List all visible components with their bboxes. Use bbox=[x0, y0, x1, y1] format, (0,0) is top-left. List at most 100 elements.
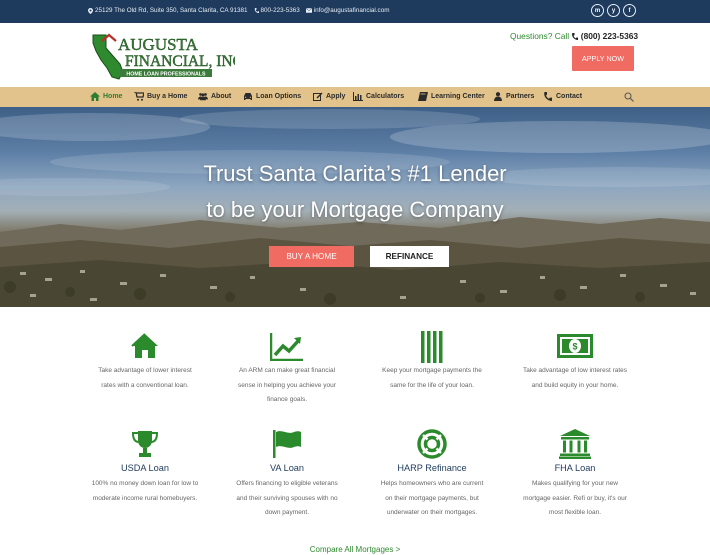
hero-headline-line2: to be your Mortgage Company bbox=[206, 197, 504, 222]
person-icon bbox=[494, 92, 502, 101]
feature-desc-line: sense in helping you achieve your bbox=[238, 381, 336, 389]
feature-low-rates[interactable]: $ Take advantage of low interest rates a… bbox=[505, 330, 645, 400]
apply-now-button[interactable]: APPLY NOW bbox=[572, 46, 634, 71]
nav-item-label: Contact bbox=[556, 93, 583, 100]
feature-desc: Take advantage of low interest rates and… bbox=[505, 364, 645, 393]
yelp-icon[interactable]: y bbox=[607, 4, 620, 17]
call-phone-number[interactable]: (800) 223-5363 bbox=[581, 31, 638, 41]
nav-item-partners[interactable]: Partners bbox=[493, 92, 534, 101]
nav-item-learning-center[interactable]: Learning Center bbox=[418, 92, 485, 101]
feature-title: USDA Loan bbox=[120, 463, 169, 473]
feature-desc: Keep your mortgage payments the same for… bbox=[362, 364, 502, 393]
feature-desc: 100% no money down loan for low to moder… bbox=[75, 477, 215, 506]
feature-fha-loan[interactable]: FHA Loan Makes qualifying for your new m… bbox=[505, 427, 645, 522]
feature-desc-line: down payment. bbox=[264, 509, 310, 516]
nav-item-label: Apply bbox=[326, 93, 346, 100]
feature-conventional[interactable]: Take advantage of lower interest rates w… bbox=[75, 330, 215, 400]
feature-desc-line: moderate income rural homebuyers. bbox=[92, 494, 198, 502]
nav-item-about[interactable]: About bbox=[198, 92, 231, 101]
house-icon bbox=[131, 333, 158, 358]
nav-item-label: Partners bbox=[506, 93, 535, 100]
nav-item-label: About bbox=[211, 93, 232, 100]
trophy-icon bbox=[132, 431, 158, 457]
nav-item-home[interactable]: Home bbox=[90, 92, 122, 101]
logo-text-line1: AUGUSTA bbox=[118, 35, 199, 54]
address: 25129 The Old Rd, Suite 350, Santa Clari… bbox=[88, 7, 248, 14]
feature-desc-line: Offers financing to eligible veterans bbox=[236, 480, 338, 487]
nav-item-label: Buy a Home bbox=[147, 93, 188, 100]
meetup-icon[interactable]: m bbox=[591, 4, 604, 17]
home-icon bbox=[90, 92, 100, 101]
feature-arm[interactable]: An ARM can make great financial sense in… bbox=[217, 330, 357, 410]
people-icon bbox=[198, 93, 208, 101]
feature-fixed-rate[interactable]: Keep your mortgage payments the same for… bbox=[362, 330, 502, 400]
car-icon bbox=[244, 93, 252, 100]
feature-desc-line: most flexible loan. bbox=[548, 509, 602, 516]
money-icon: $ bbox=[557, 334, 593, 358]
nav-item-label: Home bbox=[103, 93, 123, 100]
feature-title: FHA Loan bbox=[554, 463, 596, 473]
flag-icon bbox=[273, 430, 301, 458]
svg-text:$: $ bbox=[572, 342, 577, 352]
book-icon bbox=[418, 92, 428, 101]
nav-item-label: Loan Options bbox=[256, 93, 302, 100]
feature-desc-line: and build equity in your home. bbox=[531, 381, 619, 389]
email-link[interactable]: info@augustafinancial.com bbox=[305, 7, 390, 14]
call-prompt-text: Questions? Call bbox=[510, 31, 570, 41]
feature-desc-line: Makes qualifying for your new bbox=[532, 480, 618, 487]
address-text: 25129 The Old Rd, Suite 350, Santa Clari… bbox=[95, 7, 248, 14]
phone-text: 800-223-5363 bbox=[260, 7, 300, 14]
logo-tagline: HOME LOAN PROFESSIONALS bbox=[126, 72, 206, 78]
nav-item-contact[interactable]: Contact bbox=[543, 92, 582, 101]
feature-harp-refinance[interactable]: HARP Refinance Helps homeowners who are … bbox=[362, 427, 502, 522]
nav-item-apply[interactable]: Apply bbox=[313, 92, 345, 101]
cart-icon bbox=[134, 92, 144, 101]
top-bar: 25129 The Old Rd, Suite 350, Santa Clari… bbox=[0, 0, 710, 23]
feature-usda-loan[interactable]: USDA Loan 100% no money down loan for lo… bbox=[75, 427, 215, 507]
site-header: AUGUSTA FINANCIAL, INC HOME LOAN PROFESS… bbox=[0, 23, 710, 87]
email-icon bbox=[305, 8, 312, 13]
feature-va-loan[interactable]: VA Loan Offers financing to eligible vet… bbox=[217, 427, 357, 522]
buy-a-home-button[interactable]: BUY A HOME bbox=[269, 246, 354, 267]
trend-icon bbox=[270, 333, 303, 361]
bank-icon bbox=[559, 429, 591, 459]
hero-headline-line1: Trust Santa Clarita’s #1 Lender bbox=[203, 161, 507, 186]
nav-item-buy-a-home[interactable]: Buy a Home bbox=[134, 92, 187, 101]
call-prompt: Questions? Call (800) 223-5363 bbox=[510, 31, 638, 41]
nav-item-loan-options[interactable]: Loan Options bbox=[243, 92, 301, 101]
nav-item-calculators[interactable]: Calculators bbox=[353, 92, 404, 101]
feature-desc-line: and their surviving spouses with no bbox=[236, 494, 338, 502]
feature-desc: Helps homeowners who are current on thei… bbox=[362, 477, 502, 521]
email-text: info@augustafinancial.com bbox=[313, 7, 390, 14]
augusta-financial-logo[interactable]: AUGUSTA FINANCIAL, INC HOME LOAN PROFESS… bbox=[90, 32, 235, 82]
map-pin-icon bbox=[88, 7, 93, 14]
phone-icon bbox=[254, 7, 259, 13]
nav-item-label: Calculators bbox=[366, 93, 405, 100]
top-contact: 25129 The Old Rd, Suite 350, Santa Clari… bbox=[88, 7, 389, 14]
feature-desc-line: on their mortgage payments, but bbox=[385, 494, 479, 502]
feature-desc-line: 100% no money down loan for low to bbox=[91, 480, 199, 487]
bars-icon bbox=[421, 331, 443, 363]
feature-desc: Take advantage of lower interest rates w… bbox=[75, 364, 215, 393]
feature-desc-line: Take advantage of lower interest bbox=[98, 367, 192, 374]
feature-desc-line: mortgage easier. Refi or buy, it's our bbox=[523, 494, 627, 502]
feature-desc-line: An ARM can make great financial bbox=[238, 367, 336, 374]
feature-desc-line: Helps homeowners who are current bbox=[380, 480, 484, 487]
feature-desc-line: Keep your mortgage payments the bbox=[382, 367, 482, 374]
feature-title: HARP Refinance bbox=[397, 463, 467, 473]
search-icon[interactable] bbox=[624, 92, 634, 102]
compare-all-mortgages-link[interactable]: Compare All Mortgages > bbox=[0, 545, 710, 554]
feature-desc-line: finance goals. bbox=[266, 396, 308, 403]
feature-desc-line: Take advantage of low interest rates bbox=[522, 367, 628, 374]
phone-link[interactable]: 800-223-5363 bbox=[254, 7, 300, 14]
nav-item-label: Learning Center bbox=[431, 93, 485, 100]
feature-desc-line: same for the life of your loan. bbox=[390, 381, 474, 389]
refinance-button[interactable]: REFINANCE bbox=[370, 246, 449, 267]
facebook-icon[interactable]: f bbox=[623, 4, 636, 17]
main-nav: Home Buy a Home About Loan Options Apply… bbox=[0, 87, 710, 107]
feature-desc: Makes qualifying for your new mortgage e… bbox=[505, 477, 645, 521]
chart-icon bbox=[353, 92, 363, 101]
feature-desc-line: rates with a conventional loan. bbox=[101, 381, 189, 389]
lifering-icon bbox=[417, 429, 447, 459]
feature-desc: Offers financing to eligible veterans an… bbox=[217, 477, 357, 521]
